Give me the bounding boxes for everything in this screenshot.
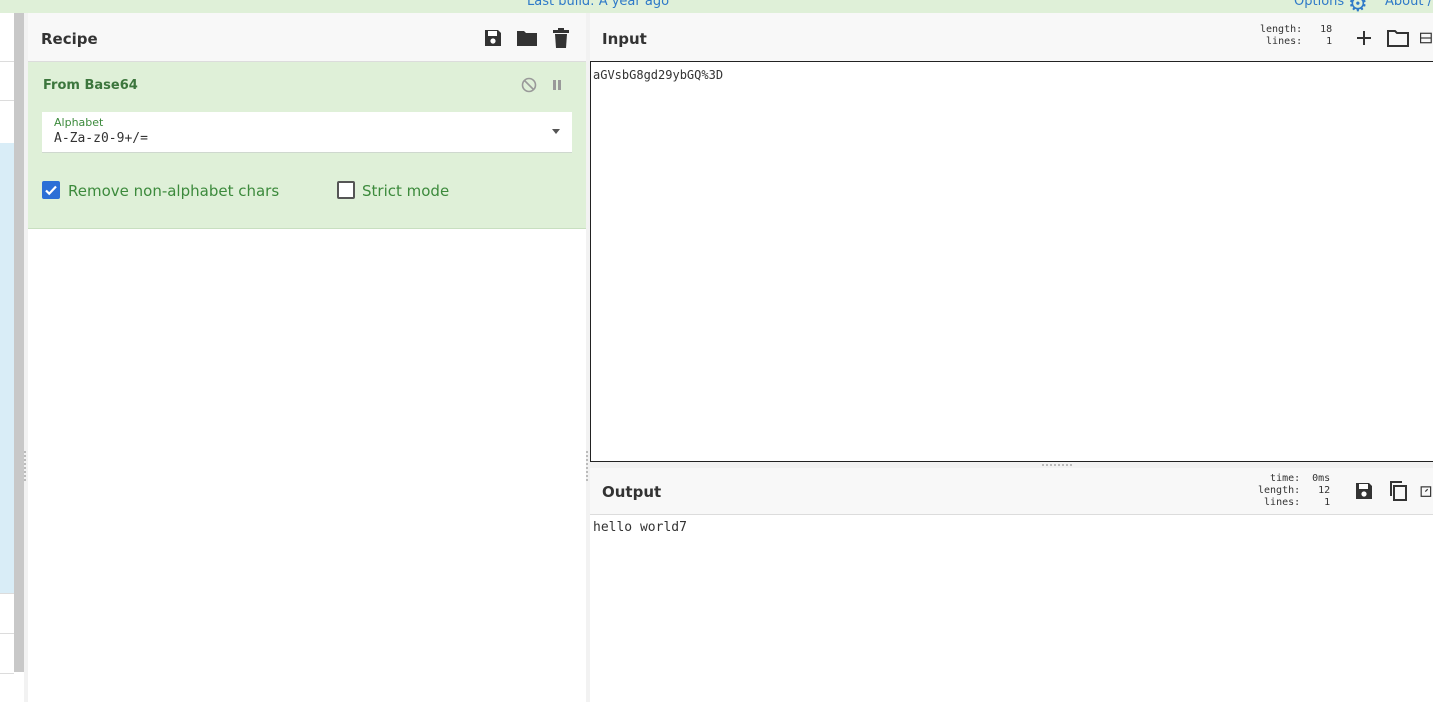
gear-icon[interactable]: ⚙ [1348,0,1368,13]
operation-title: From Base64 [43,78,138,93]
list-item[interactable] [0,463,14,504]
alphabet-label: Alphabet [54,116,104,129]
replace-icon [1420,486,1432,497]
disable-icon [521,77,537,93]
trash-icon [553,28,569,48]
save-icon [485,30,501,46]
list-item[interactable] [0,263,14,304]
strict-mode-label[interactable]: Strict mode [362,182,449,200]
clear-recipe-button[interactable] [549,26,573,50]
output-header: time: 0ms length: 12 lines: 1 [590,468,1433,515]
list-item[interactable] [0,503,14,544]
list-item[interactable] [0,593,14,634]
list-item[interactable] [0,143,14,184]
list-item[interactable] [0,383,14,424]
stat-key: time: [1270,473,1301,484]
list-item[interactable] [0,543,14,594]
replace-input-button[interactable] [1420,479,1433,503]
output-time: 0ms [1312,473,1331,484]
save-recipe-button[interactable] [481,26,505,50]
copy-output-button[interactable] [1386,479,1410,503]
folder-icon [517,31,537,46]
recipe-panel: Recipe From Base64 Alphabet A-Za-z0-9+/=… [28,13,587,702]
list-item[interactable] [0,183,14,224]
operations-list [0,13,14,702]
input-header: length: 18 lines: 1 [590,13,1433,61]
options-link[interactable]: Options [1294,0,1344,9]
output-stats: time: 0ms length: 12 lines: 1 [1258,473,1330,509]
remove-non-alphabet-label[interactable]: Remove non-alphabet chars [68,182,279,200]
remove-non-alphabet-checkbox[interactable] [42,181,60,199]
last-build-text: Last build: A year ago [527,0,670,9]
save-output-button[interactable] [1352,479,1376,503]
top-banner: Last build: A year ago Options ⚙ About / [0,0,1433,13]
strict-mode-checkbox[interactable] [337,181,355,199]
output-textarea[interactable]: hello world7 [590,515,1433,702]
list-item[interactable] [0,303,14,344]
output-title: Output [602,483,662,501]
list-item[interactable] [0,61,14,101]
input-length: 18 [1320,24,1333,35]
resize-grip[interactable] [1042,464,1072,466]
list-item[interactable] [0,423,14,464]
pause-icon [553,80,561,90]
stat-key: length: [1260,24,1303,35]
operations-scrollbar[interactable] [14,13,24,672]
list-item[interactable] [0,633,14,674]
list-item[interactable] [0,223,14,264]
output-length: 12 [1318,485,1331,496]
layout-icon [1420,32,1432,44]
about-link[interactable]: About / [1385,0,1432,9]
list-item[interactable] [0,343,14,384]
chevron-down-icon[interactable] [552,129,560,134]
disable-operation-button[interactable] [517,73,541,97]
add-input-button[interactable] [1352,26,1376,50]
stat-key: length: [1258,485,1301,496]
input-lines: 1 [1326,36,1333,47]
reset-layout-button[interactable] [1420,26,1433,50]
input-textarea[interactable]: aGVsbG8gd29ybGQ%3D [590,61,1433,462]
list-item[interactable] [0,13,14,62]
stat-key: lines: [1264,497,1301,508]
load-recipe-button[interactable] [515,26,539,50]
checkmark-icon [45,185,57,196]
breakpoint-button[interactable] [545,73,569,97]
recipe-title: Recipe [41,30,98,48]
input-text[interactable]: aGVsbG8gd29ybGQ%3D [593,68,723,82]
input-title: Input [602,30,647,48]
recipe-header: Recipe [28,13,586,62]
folder-open-icon [1387,30,1409,47]
plus-icon [1357,31,1371,45]
save-icon [1356,483,1372,499]
alphabet-value: A-Za-z0-9+/= [54,131,148,146]
input-stats: length: 18 lines: 1 [1260,24,1332,48]
copy-icon [1390,481,1407,501]
output-lines: 1 [1324,497,1331,508]
stat-key: lines: [1266,36,1303,47]
output-text[interactable]: hello world7 [593,520,687,535]
from-base64-operation[interactable]: From Base64 Alphabet A-Za-z0-9+/= Remove… [28,62,586,229]
open-folder-button[interactable] [1386,26,1410,50]
alphabet-select[interactable]: Alphabet A-Za-z0-9+/= [42,112,572,153]
